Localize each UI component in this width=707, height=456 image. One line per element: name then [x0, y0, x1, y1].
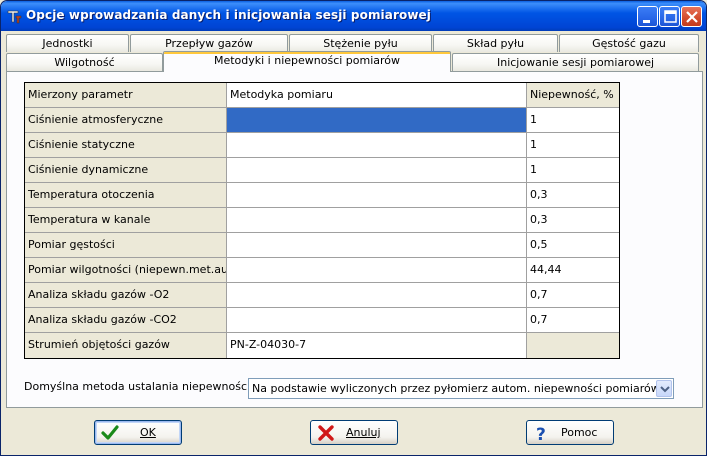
tab-label: Przepływ gazów	[165, 37, 253, 50]
tab-wilgotnosc[interactable]: Wilgotność	[6, 53, 163, 71]
param-cell: Strumień objętości gazów	[25, 333, 227, 358]
uncertainty-cell[interactable]: 1	[527, 108, 619, 133]
method-cell[interactable]	[227, 208, 527, 233]
title-bar[interactable]: Opcje wprowadzania danych i inicjowania …	[1, 1, 706, 31]
param-cell: Ciśnienie statyczne	[25, 133, 227, 158]
table-row[interactable]: Ciśnienie statyczne 1	[25, 133, 619, 158]
minimize-button[interactable]	[637, 6, 658, 27]
method-cell[interactable]	[227, 233, 527, 258]
methods-grid[interactable]: Mierzony parametr Metodyka pomiaru Niepe…	[24, 82, 620, 359]
help-label: Pomoc	[561, 426, 598, 439]
red-x-icon	[318, 425, 334, 441]
ok-button[interactable]: OK	[94, 420, 182, 445]
table-row[interactable]: Pomiar gęstości 0,5	[25, 233, 619, 258]
uncertainty-cell[interactable]: 1	[527, 158, 619, 183]
tab-label: Gęstość gazu	[592, 37, 666, 50]
checkmark-icon	[101, 425, 119, 440]
uncertainty-cell	[527, 333, 619, 358]
uncertainty-cell[interactable]: 44,44	[527, 258, 619, 283]
cancel-button[interactable]: Anuluj	[310, 420, 398, 445]
maximize-button[interactable]	[659, 6, 680, 27]
table-row[interactable]: Ciśnienie atmosferyczne 1	[25, 108, 619, 133]
table-row[interactable]: Analiza składu gazów -CO2 0,7	[25, 308, 619, 333]
uncertainty-cell[interactable]: 0,3	[527, 183, 619, 208]
tab-metodyki[interactable]: Metodyki i niepewności pomiarów	[163, 51, 451, 72]
table-row[interactable]: Strumień objętości gazów PN-Z-04030-7	[25, 333, 619, 358]
grid-header-row: Mierzony parametr Metodyka pomiaru Niepe…	[25, 83, 619, 108]
table-row[interactable]: Analiza składu gazów -O2 0,7	[25, 283, 619, 308]
param-cell: Pomiar gęstości	[25, 233, 227, 258]
header-uncertainty: Niepewność, %	[527, 83, 619, 108]
uncertainty-cell[interactable]: 0,5	[527, 233, 619, 258]
param-cell: Analiza składu gazów -CO2	[25, 308, 227, 333]
window-title: Opcje wprowadzania danych i inicjowania …	[26, 8, 431, 22]
dropdown-button[interactable]	[656, 380, 672, 397]
uncertainty-cell[interactable]: 0,7	[527, 283, 619, 308]
app-icon	[6, 8, 22, 24]
tab-label: Wilgotność	[54, 56, 115, 69]
svg-text:?: ?	[536, 425, 546, 442]
tab-stezenie-pylu[interactable]: Stężenie pyłu	[289, 34, 432, 52]
default-method-select[interactable]: Na podstawie wyliczonych przez pyłomierz…	[248, 378, 674, 399]
header-param: Mierzony parametr	[25, 83, 227, 108]
close-icon	[686, 11, 698, 23]
uncertainty-cell[interactable]: 0,7	[527, 308, 619, 333]
minimize-icon	[643, 20, 650, 23]
tab-inicjowanie-sesji[interactable]: Inicjowanie sesji pomiarowej	[452, 53, 699, 71]
question-icon: ?	[536, 425, 546, 442]
tab-label: Skład pyłu	[466, 37, 525, 50]
param-cell: Ciśnienie dynamiczne	[25, 158, 227, 183]
dropdown-arrow-icon	[660, 386, 670, 393]
tab-sklad-pylu[interactable]: Skład pyłu	[433, 34, 558, 52]
param-cell: Pomiar wilgotności (niepewn.met.au	[25, 258, 227, 283]
tab-label: Stężenie pyłu	[323, 37, 398, 50]
param-cell: Temperatura otoczenia	[25, 183, 227, 208]
method-cell[interactable]	[227, 108, 527, 133]
maximize-icon	[664, 10, 677, 23]
table-row[interactable]: Pomiar wilgotności (niepewn.met.au 44,44	[25, 258, 619, 283]
method-cell[interactable]	[227, 308, 527, 333]
default-method-label: Domyślna metoda ustalania niepewności	[24, 380, 251, 393]
method-cell[interactable]: PN-Z-04030-7	[227, 333, 527, 358]
tab-label: Inicjowanie sesji pomiarowej	[496, 56, 655, 69]
param-cell: Ciśnienie atmosferyczne	[25, 108, 227, 133]
method-cell[interactable]	[227, 283, 527, 308]
tab-jednostki[interactable]: Jednostki	[6, 34, 129, 52]
dialog-window: Opcje wprowadzania danych i inicjowania …	[0, 0, 707, 456]
method-cell[interactable]	[227, 133, 527, 158]
header-method: Metodyka pomiaru	[227, 83, 527, 108]
default-method-value: Na podstawie wyliczonych przez pyłomierz…	[252, 382, 660, 395]
method-cell[interactable]	[227, 183, 527, 208]
method-cell[interactable]	[227, 258, 527, 283]
tab-label: Metodyki i niepewności pomiarów	[213, 54, 401, 67]
table-row[interactable]: Temperatura w kanale 0,3	[25, 208, 619, 233]
tab-przeplyw-gazow[interactable]: Przepływ gazów	[130, 34, 288, 52]
param-cell: Analiza składu gazów -O2	[25, 283, 227, 308]
uncertainty-cell[interactable]: 1	[527, 133, 619, 158]
help-button[interactable]: ? Pomoc	[526, 420, 614, 445]
close-button[interactable]	[681, 6, 702, 27]
uncertainty-cell[interactable]: 0,3	[527, 208, 619, 233]
cancel-label: Anuluj	[346, 426, 381, 439]
param-cell: Temperatura w kanale	[25, 208, 227, 233]
table-row[interactable]: Ciśnienie dynamiczne 1	[25, 158, 619, 183]
table-row[interactable]: Temperatura otoczenia 0,3	[25, 183, 619, 208]
method-cell[interactable]	[227, 158, 527, 183]
tab-label: Jednostki	[42, 37, 93, 50]
ok-label: OK	[140, 426, 156, 439]
tab-gestosc-gazu[interactable]: Gęstość gazu	[559, 34, 699, 52]
